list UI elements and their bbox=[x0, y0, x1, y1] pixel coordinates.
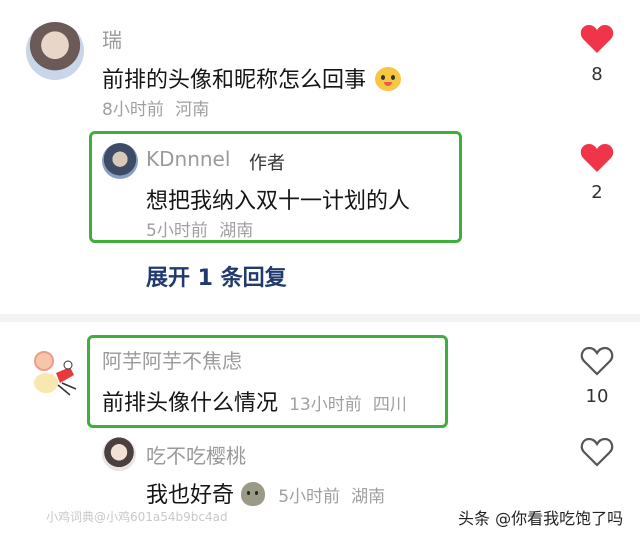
reply-body: 我也好奇 5小时前 湖南 bbox=[146, 477, 385, 509]
avatar[interactable] bbox=[30, 345, 80, 401]
comment-body: 前排头像什么情况 13小时前 四川 bbox=[102, 385, 407, 417]
heart-icon[interactable] bbox=[580, 143, 614, 173]
reply-meta: 5小时前 湖南 bbox=[146, 216, 253, 241]
sticker-emoji-icon bbox=[375, 67, 402, 91]
avatar[interactable] bbox=[102, 437, 136, 471]
sticker-emoji-icon bbox=[241, 482, 266, 506]
comment-location: 四川 bbox=[372, 395, 407, 415]
watermark: 小鸡词典@小鸡601a54b9bc4ad bbox=[46, 510, 228, 524]
divider bbox=[0, 314, 640, 322]
comment-text-content: 前排的头像和昵称怎么回事 bbox=[102, 68, 367, 93]
like-count: 8 bbox=[591, 64, 603, 85]
comment-time: 8小时前 bbox=[102, 100, 164, 120]
comment-text: 前排的头像和昵称怎么回事 bbox=[102, 62, 402, 94]
comment-location: 河南 bbox=[175, 100, 210, 120]
comment-author[interactable]: 阿芋阿芋不焦虑 bbox=[102, 345, 242, 374]
heart-outline-icon[interactable] bbox=[580, 437, 614, 467]
heart-outline-icon[interactable] bbox=[580, 346, 614, 376]
heart-icon[interactable] bbox=[580, 24, 614, 54]
avatar[interactable] bbox=[102, 143, 138, 179]
author-badge: 作者 bbox=[249, 153, 285, 174]
reply-time: 5小时前 bbox=[278, 487, 341, 507]
reply-text: 想把我纳入双十一计划的人 bbox=[146, 189, 411, 214]
comment-meta: 8小时前 河南 bbox=[102, 95, 209, 120]
like-count: 2 bbox=[591, 182, 603, 203]
comment-time: 13小时前 bbox=[289, 395, 362, 415]
cartoon-avatar-icon bbox=[34, 351, 77, 396]
expand-replies-link[interactable]: 展开 1 条回复 bbox=[146, 260, 287, 292]
source-watermark: 头条 @你看我吃饱了吗 bbox=[458, 509, 624, 528]
comment-author[interactable]: 瑞 bbox=[102, 24, 122, 53]
reply-author[interactable]: 吃不吃樱桃 bbox=[146, 440, 246, 469]
reply-location: 湖南 bbox=[351, 487, 386, 507]
comment-text: 前排头像什么情况 bbox=[102, 391, 279, 416]
reply-time: 5小时前 bbox=[146, 221, 208, 241]
like-count: 10 bbox=[585, 386, 609, 407]
reply-text: 我也好奇 bbox=[146, 483, 235, 508]
reply-author[interactable]: KDnnnel bbox=[146, 147, 230, 171]
reply-location: 湖南 bbox=[219, 221, 254, 241]
avatar[interactable] bbox=[26, 22, 84, 80]
